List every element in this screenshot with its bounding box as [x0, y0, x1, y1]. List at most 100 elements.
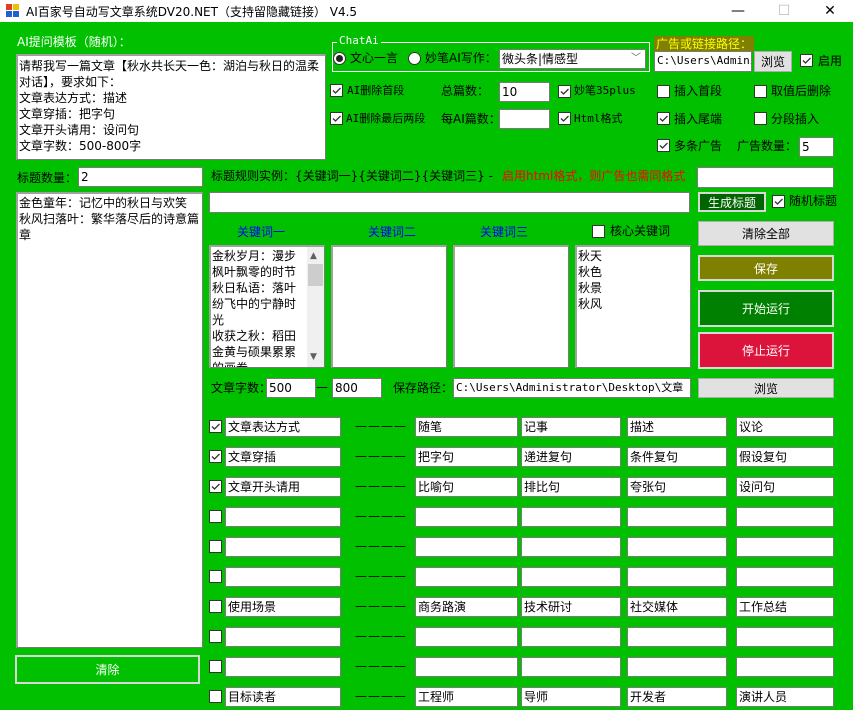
row-value-input[interactable]: [521, 567, 621, 587]
row-value-input[interactable]: [521, 657, 621, 677]
word-min-input[interactable]: 500: [266, 378, 316, 398]
keyword2-list[interactable]: [331, 245, 447, 368]
row-value-input[interactable]: 比喻句: [415, 477, 518, 497]
row-value-input[interactable]: 商务路演: [415, 597, 518, 617]
row-value-input[interactable]: 把字句: [415, 447, 518, 467]
row-checkbox[interactable]: [209, 600, 222, 613]
miaobi35-checkbox[interactable]: [558, 85, 571, 98]
row-value-input[interactable]: 设问句: [736, 477, 834, 497]
row-value-input[interactable]: [736, 507, 834, 527]
clear-button[interactable]: 清除: [15, 655, 200, 684]
row-value-input[interactable]: 技术研讨: [521, 597, 621, 617]
row-value-input[interactable]: [415, 627, 518, 647]
ad-browse-button[interactable]: 浏览: [754, 51, 792, 72]
row-value-input[interactable]: [627, 657, 727, 677]
core-keyword-list[interactable]: 秋天 秋色 秋景 秋风: [575, 245, 691, 368]
row-value-input[interactable]: [736, 537, 834, 557]
title-count-input[interactable]: 2: [78, 167, 203, 187]
row-value-input[interactable]: [521, 507, 621, 527]
start-button[interactable]: 开始运行: [698, 290, 834, 327]
del-after-checkbox[interactable]: [754, 85, 767, 98]
seg-insert-checkbox[interactable]: [754, 112, 767, 125]
maximize-button[interactable]: ☐: [761, 0, 807, 22]
row-checkbox[interactable]: [209, 570, 222, 583]
row-value-input[interactable]: [736, 627, 834, 647]
insert-end-checkbox[interactable]: [657, 112, 670, 125]
row-checkbox[interactable]: [209, 540, 222, 553]
row-value-input[interactable]: [415, 567, 518, 587]
model-select[interactable]: 微头条|情感型 ﹀: [499, 49, 646, 69]
row-checkbox[interactable]: [209, 630, 222, 643]
clear-all-button[interactable]: 清除全部: [698, 221, 834, 246]
row-value-input[interactable]: 递进复句: [521, 447, 621, 467]
row-value-input[interactable]: 描述: [627, 417, 727, 437]
row-checkbox[interactable]: [209, 510, 222, 523]
row-value-input[interactable]: 议论: [736, 417, 834, 437]
row-name-input[interactable]: [225, 657, 341, 677]
scrollbar-thumb[interactable]: [308, 264, 323, 286]
row-value-input[interactable]: [736, 567, 834, 587]
row-value-input[interactable]: 假设复句: [736, 447, 834, 467]
save-path-input[interactable]: C:\Users\Administrator\Desktop\文章: [453, 378, 691, 398]
row-name-input[interactable]: 使用场景: [225, 597, 341, 617]
prompt-textarea[interactable]: 请帮我写一篇文章【秋水共长天一色：湖泊与秋日的温柔 对话】，要求如下： 文章表达…: [16, 54, 326, 160]
row-value-input[interactable]: 条件复句: [627, 447, 727, 467]
insert-first-checkbox[interactable]: [657, 85, 670, 98]
scroll-up-icon[interactable]: ▲: [310, 248, 317, 264]
top-right-input[interactable]: [697, 167, 834, 188]
row-value-input[interactable]: [736, 657, 834, 677]
radio-wenxin[interactable]: [333, 52, 346, 65]
row-value-input[interactable]: 演讲人员: [736, 687, 834, 707]
row-name-input[interactable]: [225, 537, 341, 557]
row-name-input[interactable]: 目标读者: [225, 687, 341, 707]
row-value-input[interactable]: 导师: [521, 687, 621, 707]
ad-path-input[interactable]: C:\Users\Admini: [654, 51, 752, 72]
row-name-input[interactable]: [225, 507, 341, 527]
keyword1-scrollbar[interactable]: ▲ ▼: [307, 247, 324, 367]
row-value-input[interactable]: [415, 537, 518, 557]
row-name-input[interactable]: [225, 627, 341, 647]
row-checkbox[interactable]: [209, 450, 222, 463]
per-ai-input[interactable]: [499, 109, 550, 129]
close-button[interactable]: ✕: [807, 0, 853, 22]
row-checkbox[interactable]: [209, 690, 222, 703]
row-checkbox[interactable]: [209, 660, 222, 673]
keyword1-list[interactable]: 金秋岁月：漫步 枫叶飘零的时节 秋日私语：落叶 纷飞中的宁静时 光 收获之秋：稻…: [209, 245, 325, 368]
row-value-input[interactable]: [415, 657, 518, 677]
row-value-input[interactable]: [627, 567, 727, 587]
row-checkbox[interactable]: [209, 480, 222, 493]
save-button[interactable]: 保存: [698, 255, 834, 281]
title-list[interactable]: 金色童年：记忆中的秋日与欢笑 秋风扫落叶：繁华落尽后的诗意篇 章: [16, 192, 203, 648]
row-value-input[interactable]: [627, 507, 727, 527]
core-keyword-checkbox[interactable]: [592, 225, 605, 238]
row-name-input[interactable]: [225, 567, 341, 587]
row-value-input[interactable]: 开发者: [627, 687, 727, 707]
row-value-input[interactable]: [627, 627, 727, 647]
row-value-input[interactable]: 社交媒体: [627, 597, 727, 617]
row-value-input[interactable]: 夸张句: [627, 477, 727, 497]
radio-miaobi[interactable]: [408, 52, 421, 65]
row-value-input[interactable]: 记事: [521, 417, 621, 437]
stop-button[interactable]: 停止运行: [698, 332, 834, 369]
generate-title-button[interactable]: 生成标题: [698, 192, 766, 212]
scroll-down-icon[interactable]: ▼: [310, 349, 317, 365]
ai-del-first-checkbox[interactable]: [330, 84, 343, 97]
multi-ad-checkbox[interactable]: [657, 139, 670, 152]
enable-checkbox[interactable]: [800, 54, 813, 67]
save-path-browse-button[interactable]: 浏览: [698, 378, 834, 398]
random-title-checkbox[interactable]: [772, 195, 785, 208]
row-value-input[interactable]: 排比句: [521, 477, 621, 497]
row-value-input[interactable]: [415, 507, 518, 527]
row-value-input[interactable]: 随笔: [415, 417, 518, 437]
row-value-input[interactable]: [627, 537, 727, 557]
html-checkbox[interactable]: [558, 112, 571, 125]
title-rule-input[interactable]: [209, 192, 690, 213]
total-input[interactable]: 10: [499, 82, 550, 102]
word-max-input[interactable]: 800: [332, 378, 382, 398]
ai-del-last2-checkbox[interactable]: [330, 112, 343, 125]
row-checkbox[interactable]: [209, 420, 222, 433]
keyword3-list[interactable]: [453, 245, 569, 368]
row-name-input[interactable]: 文章开头请用: [225, 477, 341, 497]
row-value-input[interactable]: 工作总结: [736, 597, 834, 617]
row-name-input[interactable]: 文章穿插: [225, 447, 341, 467]
